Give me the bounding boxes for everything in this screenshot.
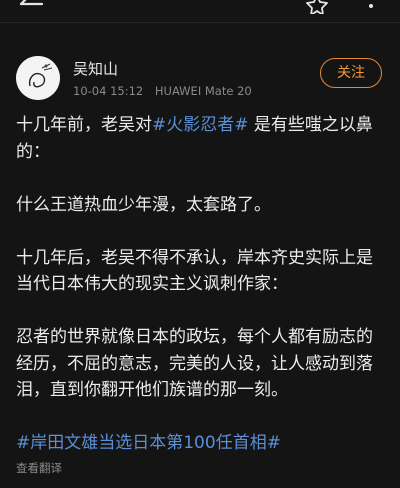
more-vertical-icon[interactable] (366, 0, 376, 14)
p1-text-pre: 十几年前，老吴对 (16, 115, 152, 135)
paragraph-4: 忍者的世界就像日本的政坛，每个人都有励志的经历，不屈的意志，完美的人设，让人感动… (16, 327, 373, 400)
avatar[interactable] (16, 56, 60, 100)
post-time: 10-04 15:12 (73, 84, 144, 98)
star-outline-icon[interactable] (306, 0, 328, 14)
post-meta: 10-04 15:12 HUAWEI Mate 20 (73, 84, 260, 98)
paragraph-3: 十几年后，老吴不得不承认，岸本齐史实际上是当代日本伟大的现实主义讽刺作家： (16, 247, 373, 295)
post-body: 十几年前，老吴对#火影忍者# 是有些嗤之以鼻的： 什么王道热血少年漫，太套路了。… (16, 112, 386, 457)
view-translation-link[interactable]: 查看翻译 (16, 460, 62, 476)
hashtag-kishida[interactable]: #岸田文雄当选日本第100任首相# (16, 433, 281, 453)
author-name[interactable]: 吴知山 (73, 58, 118, 79)
paragraph-1: 十几年前，老吴对#火影忍者# 是有些嗤之以鼻的： (16, 112, 386, 165)
avatar-ink-illustration (16, 56, 60, 100)
hashtag-naruto[interactable]: #火影忍者# (152, 115, 249, 135)
back-arrow-icon[interactable] (18, 0, 44, 14)
paragraph-5: #岸田文雄当选日本第100任首相# (16, 430, 386, 457)
post-device: HUAWEI Mate 20 (154, 84, 252, 98)
paragraph-2: 什么王道热血少年漫，太套路了。 (16, 194, 271, 215)
follow-button[interactable]: 关注 (320, 58, 382, 88)
top-bar (0, 0, 400, 23)
